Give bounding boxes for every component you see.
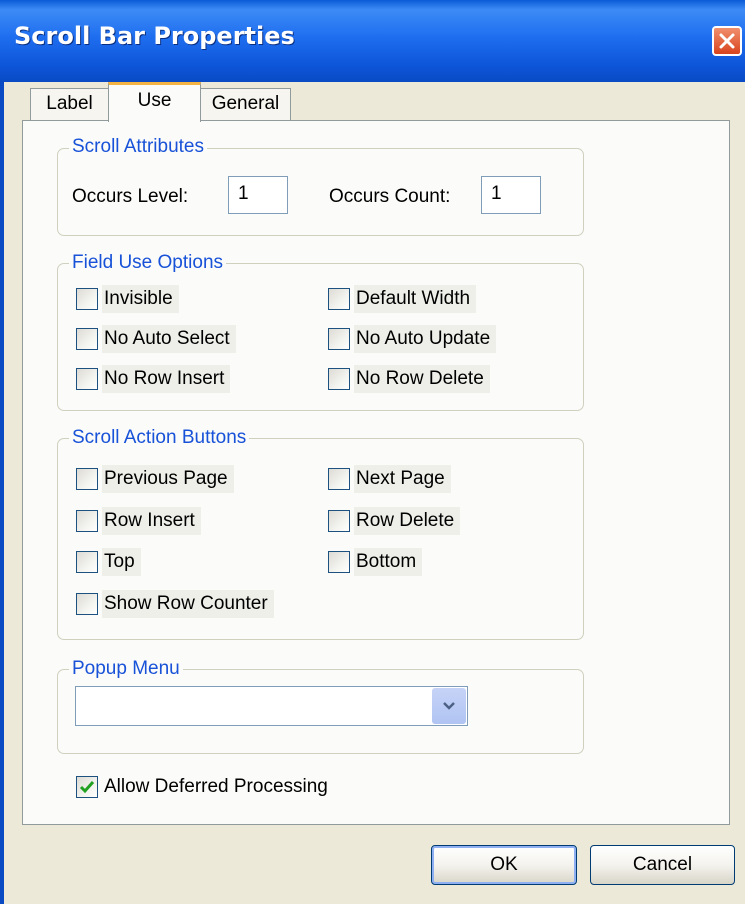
- allow-deferred-processing-checkbox[interactable]: Allow Deferred Processing: [76, 772, 334, 802]
- row-delete-checkbox[interactable]: Row Delete: [328, 506, 461, 536]
- checkbox-label: Row Insert: [102, 507, 201, 535]
- bottom-checkbox[interactable]: Bottom: [328, 547, 423, 577]
- checkbox-box[interactable]: [76, 551, 98, 573]
- checkbox-label: Allow Deferred Processing: [104, 776, 328, 797]
- tab-use[interactable]: Use: [108, 82, 201, 122]
- chevron-down-icon: [443, 702, 455, 710]
- checkbox-label: No Row Insert: [102, 365, 231, 393]
- checkbox-box[interactable]: [76, 368, 98, 390]
- checkbox-label: Invisible: [102, 285, 179, 313]
- checkbox-box[interactable]: [76, 468, 98, 490]
- tab-panel: Scroll Attributes Occurs Level: 1 Occurs…: [22, 120, 730, 825]
- checkbox-box[interactable]: [76, 328, 98, 350]
- tab-label-text: Label: [46, 93, 93, 114]
- checkbox-box[interactable]: [328, 468, 350, 490]
- tab-general-text: General: [211, 93, 280, 114]
- scroll-action-buttons-legend: Scroll Action Buttons: [69, 427, 250, 449]
- occurs-count-input[interactable]: 1: [481, 176, 541, 214]
- tab-general[interactable]: General: [200, 88, 291, 121]
- occurs-level-label: Occurs Level:: [72, 186, 189, 207]
- checkbox-label: Next Page: [354, 465, 451, 493]
- check-mark-icon: [79, 781, 95, 794]
- no-row-insert-checkbox[interactable]: No Row Insert: [76, 364, 231, 394]
- checkbox-label: Previous Page: [102, 465, 234, 493]
- checkbox-label: Default Width: [354, 285, 477, 313]
- invisible-checkbox[interactable]: Invisible: [76, 284, 179, 314]
- checkbox-box[interactable]: [328, 510, 350, 532]
- close-icon: [719, 33, 735, 49]
- scroll-attributes-legend: Scroll Attributes: [69, 136, 207, 158]
- cancel-button[interactable]: Cancel: [590, 845, 735, 885]
- checkbox-box[interactable]: [76, 776, 98, 798]
- checkbox-box[interactable]: [76, 593, 98, 615]
- checkbox-box[interactable]: [328, 368, 350, 390]
- checkbox-label: No Auto Update: [354, 325, 497, 353]
- ok-button-label: OK: [490, 854, 518, 875]
- checkbox-label: Row Delete: [354, 507, 461, 535]
- tab-use-text: Use: [137, 90, 172, 111]
- close-button[interactable]: [712, 26, 742, 56]
- no-auto-update-checkbox[interactable]: No Auto Update: [328, 324, 497, 354]
- dialog-window: Scroll Bar Properties Label Use General …: [0, 0, 745, 904]
- no-row-delete-checkbox[interactable]: No Row Delete: [328, 364, 490, 394]
- tab-label[interactable]: Label: [30, 88, 109, 121]
- checkbox-box[interactable]: [328, 328, 350, 350]
- show-row-counter-checkbox[interactable]: Show Row Counter: [76, 589, 274, 619]
- cancel-button-label: Cancel: [632, 854, 693, 875]
- checkbox-label: Top: [102, 548, 141, 576]
- top-checkbox[interactable]: Top: [76, 547, 141, 577]
- title-bar[interactable]: Scroll Bar Properties: [0, 0, 745, 82]
- occurs-count-label: Occurs Count:: [329, 186, 451, 207]
- popup-menu-select[interactable]: [75, 686, 468, 726]
- checkbox-box[interactable]: [328, 288, 350, 310]
- window-border: [0, 82, 4, 904]
- checkbox-box[interactable]: [76, 288, 98, 310]
- previous-page-checkbox[interactable]: Previous Page: [76, 464, 234, 494]
- checkbox-label: No Row Delete: [354, 365, 490, 393]
- window-title: Scroll Bar Properties: [14, 22, 295, 50]
- checkbox-box[interactable]: [76, 510, 98, 532]
- checkbox-label: Bottom: [354, 548, 423, 576]
- next-page-checkbox[interactable]: Next Page: [328, 464, 451, 494]
- dropdown-button[interactable]: [432, 688, 466, 724]
- checkbox-label: No Auto Select: [102, 325, 236, 353]
- checkbox-box[interactable]: [328, 551, 350, 573]
- no-auto-select-checkbox[interactable]: No Auto Select: [76, 324, 236, 354]
- checkbox-label: Show Row Counter: [102, 590, 274, 618]
- field-use-options-legend: Field Use Options: [69, 252, 227, 274]
- row-insert-checkbox[interactable]: Row Insert: [76, 506, 201, 536]
- popup-menu-legend: Popup Menu: [69, 658, 183, 680]
- occurs-level-input[interactable]: 1: [228, 176, 288, 214]
- default-width-checkbox[interactable]: Default Width: [328, 284, 477, 314]
- ok-button[interactable]: OK: [431, 845, 577, 885]
